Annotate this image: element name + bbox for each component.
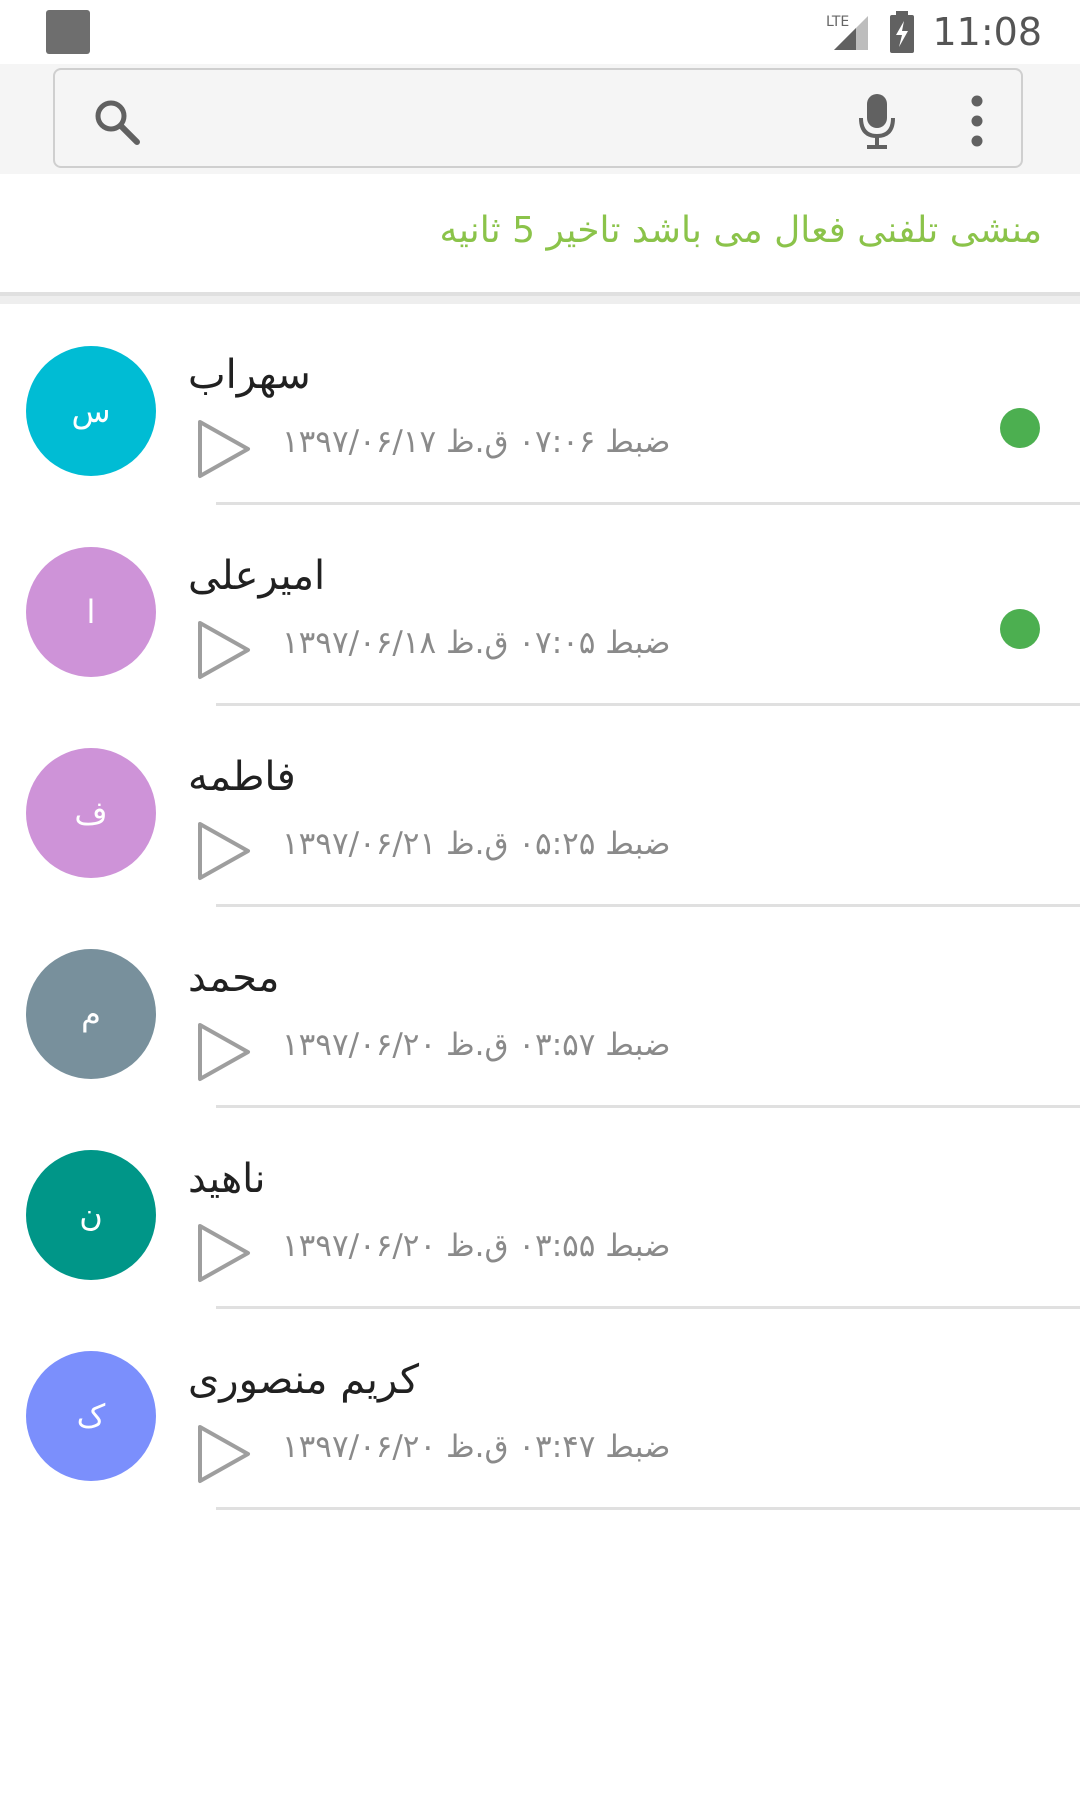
contact-name: امیرعلی: [188, 553, 326, 599]
recording-info: ضبط ۰۳:۴۷ ق.ظ ۱۳۹۷/۰۶/۲۰: [282, 1429, 671, 1465]
recording-info: ضبط ۰۷:۰۵ ق.ظ ۱۳۹۷/۰۶/۱۸: [282, 625, 671, 661]
play-icon[interactable]: [196, 1222, 252, 1284]
list-item[interactable]: ک کریم منصوری ضبط ۰۳:۴۷ ق.ظ ۱۳۹۷/۰۶/۲۰: [0, 1309, 1080, 1510]
contact-name: فاطمه: [188, 754, 296, 800]
avatar[interactable]: ن: [26, 1150, 156, 1280]
list-item[interactable]: م محمد ضبط ۰۳:۵۷ ق.ظ ۱۳۹۷/۰۶/۲۰: [0, 907, 1080, 1108]
contact-name: کریم منصوری: [188, 1357, 420, 1403]
avatar[interactable]: ک: [26, 1351, 156, 1481]
status-icons: LTE 11:08: [826, 0, 1042, 64]
clock: 11:08: [932, 10, 1042, 54]
recording-info: ضبط ۰۳:۵۵ ق.ظ ۱۳۹۷/۰۶/۲۰: [282, 1228, 671, 1264]
recording-info: ضبط ۰۳:۵۷ ق.ظ ۱۳۹۷/۰۶/۲۰: [282, 1027, 671, 1063]
battery-charging-icon: [890, 11, 915, 53]
avatar[interactable]: ا: [26, 547, 156, 677]
contact-name: سهراب: [188, 352, 311, 398]
list-item[interactable]: س سهراب ضبط ۰۷:۰۶ ق.ظ ۱۳۹۷/۰۶/۱۷: [0, 304, 1080, 505]
avatar[interactable]: ف: [26, 748, 156, 878]
status-bar: LTE 11:08: [0, 0, 1080, 64]
more-vert-icon[interactable]: [955, 92, 999, 150]
play-icon[interactable]: [196, 1423, 252, 1485]
avatar[interactable]: م: [26, 949, 156, 1079]
notification-icon: [46, 10, 90, 54]
unread-indicator: [1000, 609, 1040, 649]
row-divider: [216, 1507, 1080, 1510]
avatar[interactable]: س: [26, 346, 156, 476]
list-item[interactable]: ن ناهید ضبط ۰۳:۵۵ ق.ظ ۱۳۹۷/۰۶/۲۰: [0, 1108, 1080, 1309]
unread-indicator: [1000, 408, 1040, 448]
banner-divider: [0, 292, 1080, 304]
banner-text: منشی تلفنی فعال می باشد تاخیر 5 ثانیه: [439, 210, 1042, 251]
network-label: LTE: [826, 14, 849, 30]
search-bar[interactable]: [53, 68, 1023, 168]
contact-name: ناهید: [188, 1156, 266, 1202]
search-icon[interactable]: [91, 96, 143, 148]
play-icon[interactable]: [196, 418, 252, 480]
play-icon[interactable]: [196, 820, 252, 882]
recording-info: ضبط ۰۵:۲۵ ق.ظ ۱۳۹۷/۰۶/۲۱: [282, 826, 671, 862]
signal-icon: LTE: [826, 14, 869, 50]
search-input[interactable]: [165, 86, 869, 152]
play-icon[interactable]: [196, 1021, 252, 1083]
recordings-list: س سهراب ضبط ۰۷:۰۶ ق.ظ ۱۳۹۷/۰۶/۱۷ ا امیرعلی ضب…: [0, 304, 1080, 1510]
search-bar-container: [0, 64, 1080, 174]
recording-info: ضبط ۰۷:۰۶ ق.ظ ۱۳۹۷/۰۶/۱۷: [282, 424, 671, 460]
play-icon[interactable]: [196, 619, 252, 681]
contact-name: محمد: [188, 955, 280, 1001]
list-item[interactable]: ا امیرعلی ضبط ۰۷:۰۵ ق.ظ ۱۳۹۷/۰۶/۱۸: [0, 505, 1080, 706]
answering-machine-banner: منشی تلفنی فعال می باشد تاخیر 5 ثانیه: [0, 174, 1080, 292]
list-item[interactable]: ف فاطمه ضبط ۰۵:۲۵ ق.ظ ۱۳۹۷/۰۶/۲۱: [0, 706, 1080, 907]
mic-icon[interactable]: [855, 92, 899, 150]
